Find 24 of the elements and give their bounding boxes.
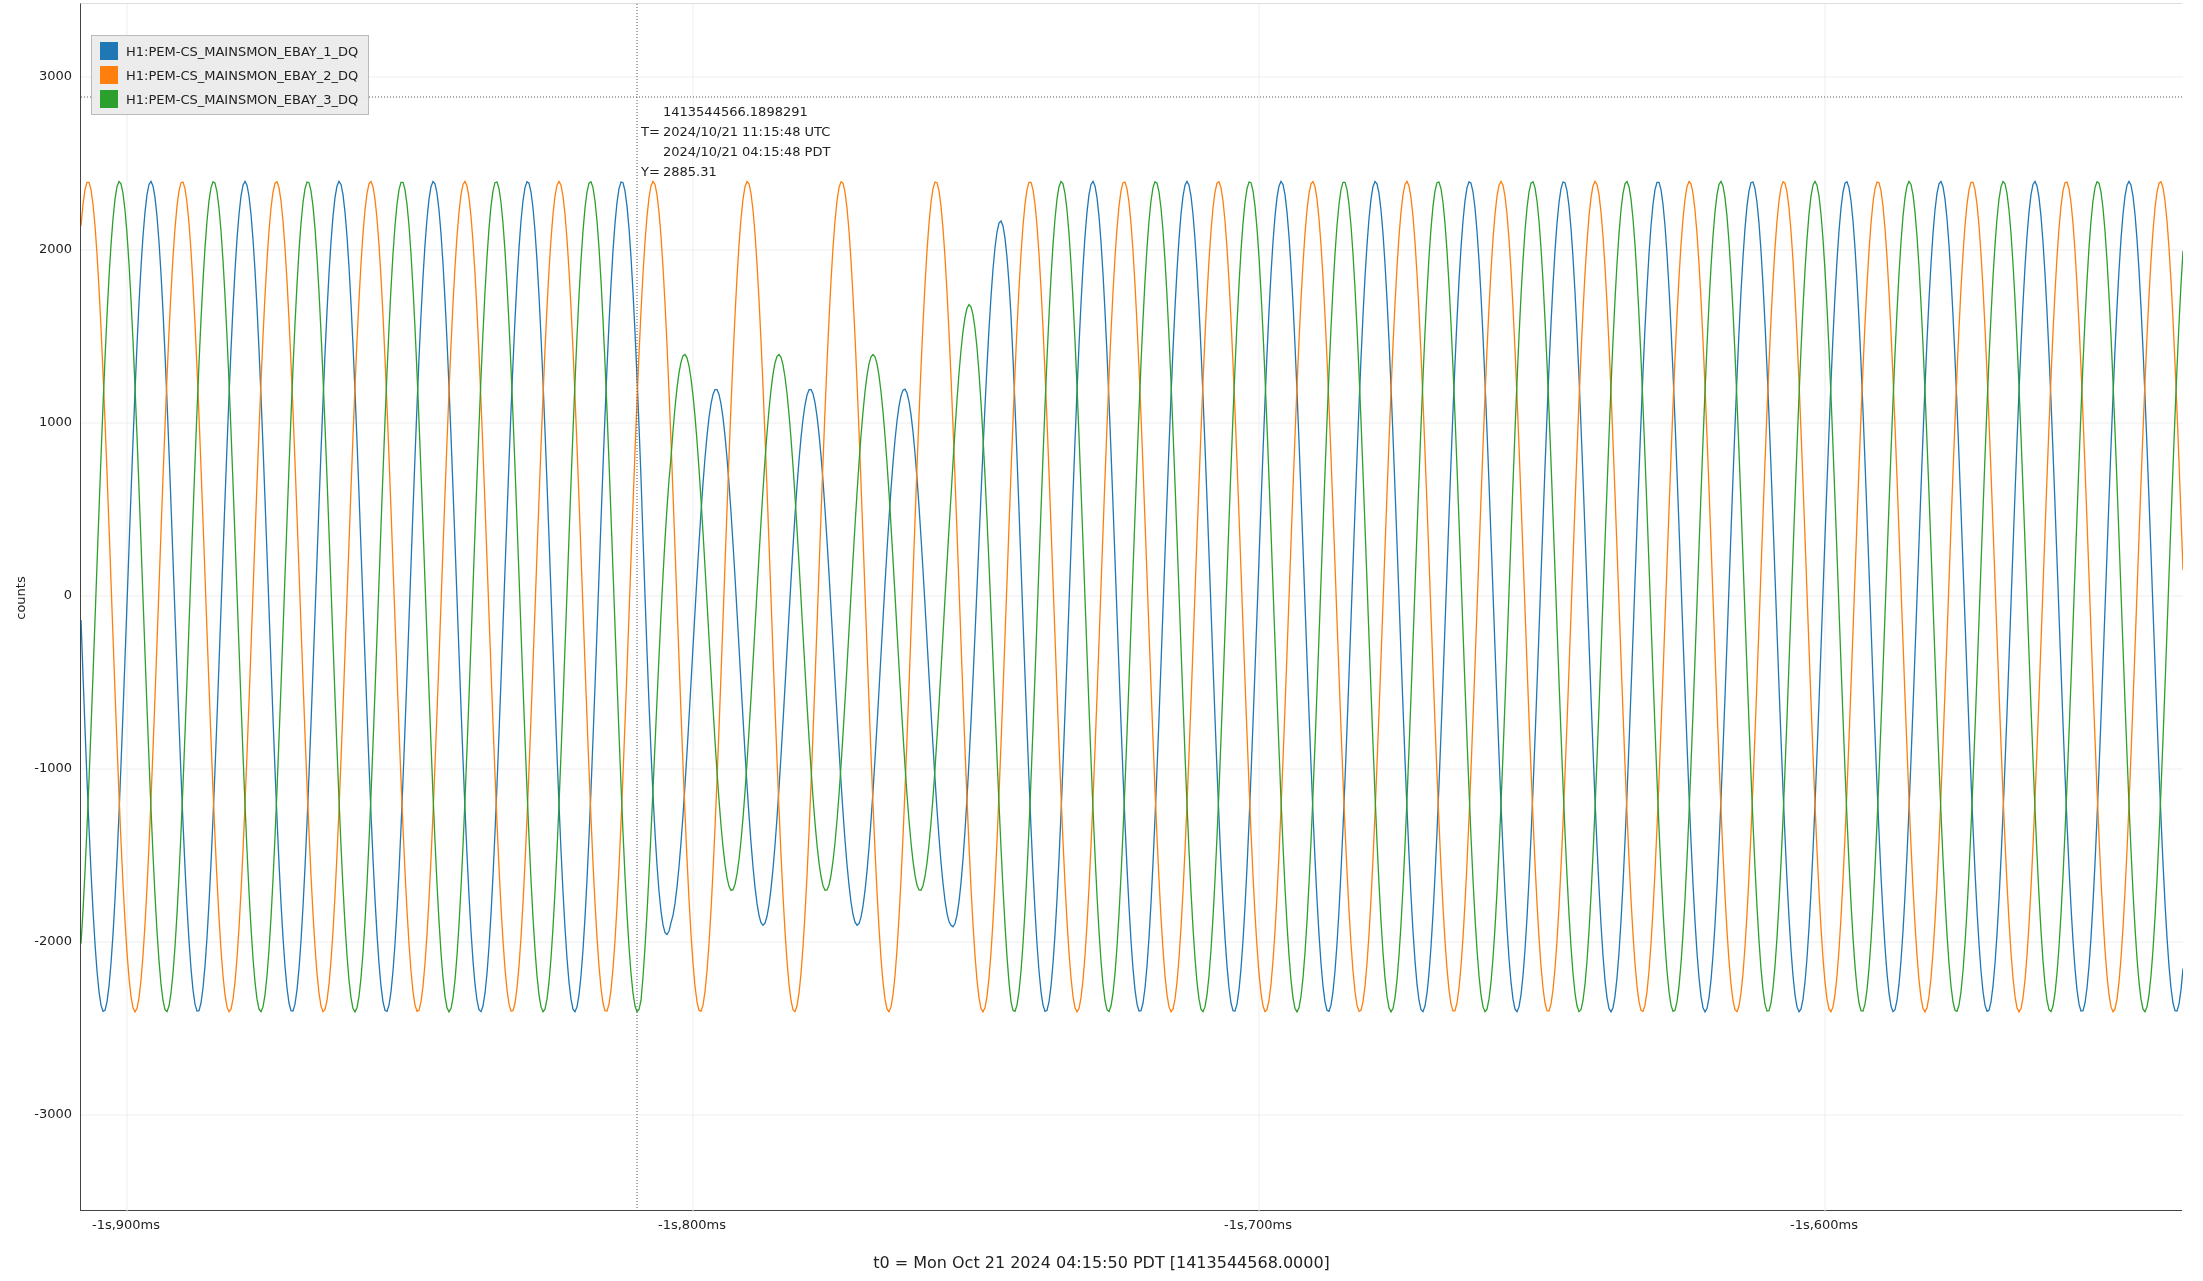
legend-label: H1:PEM-CS_MAINSMON_EBAY_2_DQ (126, 67, 359, 83)
legend-label: H1:PEM-CS_MAINSMON_EBAY_1_DQ (126, 43, 359, 59)
legend-label: H1:PEM-CS_MAINSMON_EBAY_3_DQ (126, 91, 359, 107)
y-tick-label: -1000 (34, 760, 72, 775)
y-axis-label: counts (12, 576, 28, 620)
y-tick-label: 3000 (38, 68, 72, 83)
cursor-readout: 2024/10/21 11:15:48 UTC (663, 124, 831, 139)
time-origin-label: t0 = Mon Oct 21 2024 04:15:50 PDT [1413544568.0000] (873, 1253, 1330, 1272)
x-tick-label: -1s,800ms (656, 1217, 728, 1232)
cursor-readout: 2885.31 (663, 164, 717, 179)
cursor-readout: 2024/10/21 04:15:48 PDT (663, 144, 831, 159)
readout-prefix: T= (641, 124, 661, 139)
y-tick-label: -2000 (34, 933, 72, 948)
y-tick-label: 2000 (38, 241, 72, 256)
x-tick-label: -1s,900ms (90, 1217, 162, 1232)
readout-prefix: Y= (641, 164, 661, 179)
x-tick-label: -1s,700ms (1222, 1217, 1294, 1232)
plot-area[interactable]: H1:PEM-CS_MAINSMON_EBAY_1_DQ H1:PEM-CS_MAINSMON_EBAY_2_DQ H1:PEM-CS_MAINSMON_EBAY_3_DQ 1413544566.1898291 T= 2024/10/21 11:15:48 UTC 2024/10/21 04:15:48 PDT Y= 2885.31 (80, 3, 2182, 1211)
x-tick-label: -1s,600ms (1788, 1217, 1860, 1232)
y-tick-label: 1000 (38, 414, 72, 429)
y-tick-label: 0 (63, 587, 72, 602)
y-tick-label: -3000 (34, 1106, 72, 1121)
cursor-line[interactable] (636, 4, 638, 1212)
cursor-readout: 1413544566.1898291 (663, 104, 808, 119)
